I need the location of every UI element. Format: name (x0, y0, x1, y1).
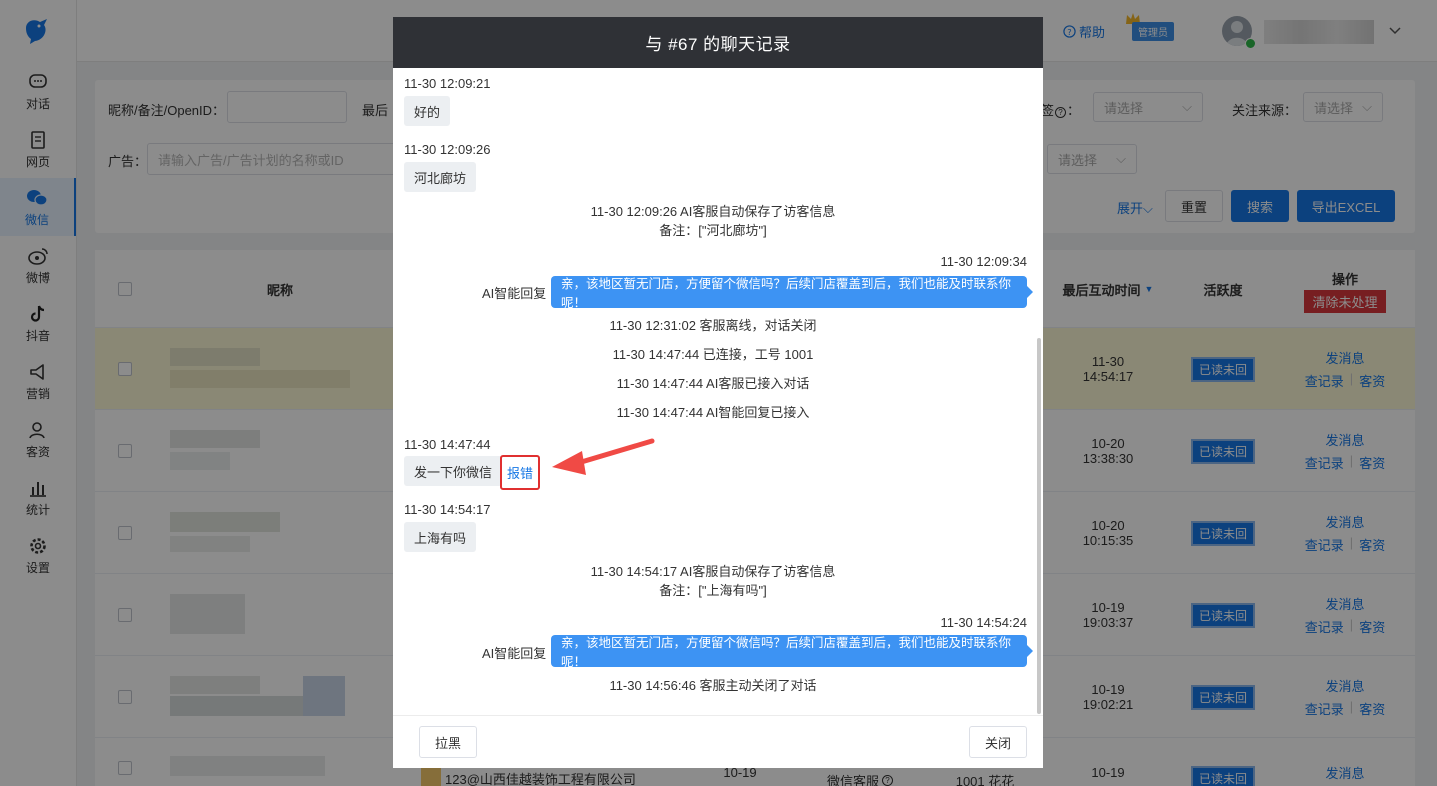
message-timestamp: 11-30 12:09:21 (404, 76, 491, 91)
message-timestamp: 11-30 14:54:17 (404, 502, 491, 517)
chat-scrollbar[interactable] (1037, 338, 1041, 714)
ai-reply-message: 亲，该地区暂无门店，方便留个微信吗？后续门店覆盖到后，我们也能及时联系你呢！ (551, 276, 1033, 310)
message-timestamp: 11-30 12:09:26 (404, 142, 491, 157)
chat-history-modal: 与 #67 的聊天记录 11-30 12:09:21 好的 11-30 12:0… (393, 17, 1043, 768)
system-message: 11-30 14:47:44 已连接，工号 1001 (612, 347, 814, 362)
report-error-button[interactable]: 报错 (500, 455, 540, 490)
system-message: 11-30 14:56:46 客服主动关闭了对话 (609, 678, 817, 693)
system-message: 11-30 12:09:26 AI客服自动保存了访客信息 备注：["河北廊坊"] (590, 204, 836, 238)
system-message: 11-30 12:31:02 客服离线，对话关闭 (609, 318, 817, 333)
modal-title: 与 #67 的聊天记录 (393, 17, 1043, 68)
message-timestamp: 11-30 14:54:24 (940, 615, 1028, 630)
message-timestamp: 11-30 12:09:34 (940, 254, 1028, 269)
message-timestamp: 11-30 14:47:44 (404, 437, 491, 452)
chat-log[interactable]: 11-30 12:09:21 好的 11-30 12:09:26 河北廊坊 11… (393, 68, 1043, 715)
ai-reply-message: 亲，该地区暂无门店，方便留个微信吗？后续门店覆盖到后，我们也能及时联系你呢！ (551, 635, 1033, 669)
sender-label: AI智能回复 (482, 286, 547, 301)
close-button[interactable]: 关闭 (969, 726, 1027, 758)
red-arrow-annotation-icon (552, 438, 655, 475)
visitor-message: 河北廊坊 (404, 162, 477, 192)
system-message: 11-30 14:54:17 AI客服自动保存了访客信息 备注：["上海有吗"] (590, 564, 836, 598)
system-message: 11-30 14:47:44 AI客服已接入对话 (616, 376, 810, 391)
visitor-message: 好的 (404, 96, 451, 126)
visitor-message: 上海有吗 (404, 522, 477, 552)
blacklist-button[interactable]: 拉黑 (419, 726, 477, 758)
system-message: 11-30 14:47:44 AI智能回复已接入 (616, 405, 810, 420)
modal-footer: 拉黑 关闭 (393, 715, 1043, 768)
visitor-message: 发一下你微信 (404, 456, 503, 486)
sender-label: AI智能回复 (482, 646, 547, 661)
